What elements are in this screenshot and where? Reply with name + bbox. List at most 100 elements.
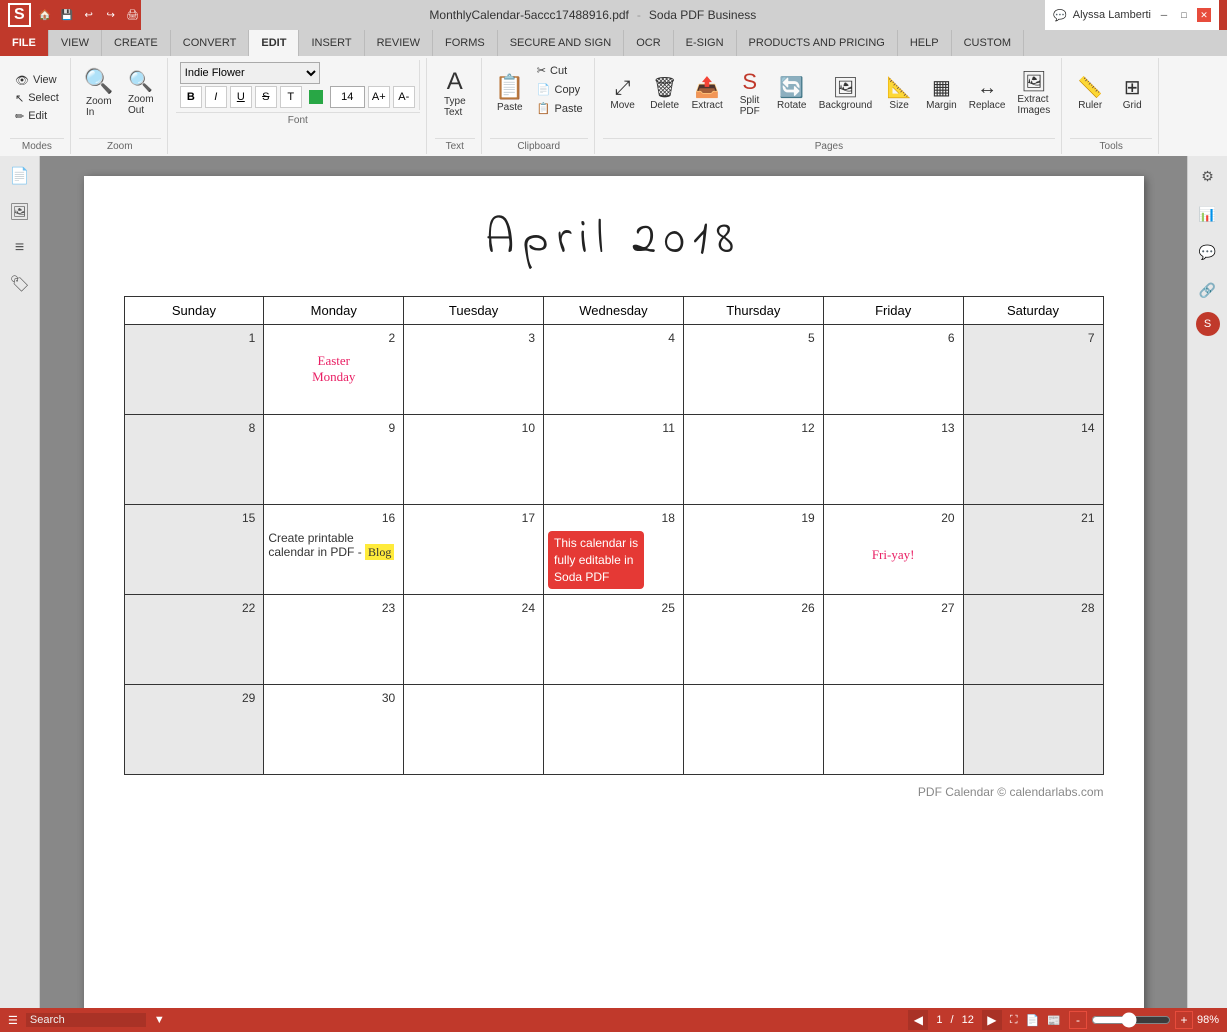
cell-w3-thu: 19 — [683, 505, 823, 595]
extract-btn[interactable]: 📤 Extract — [687, 60, 728, 128]
qa-redo[interactable]: ↪ — [103, 7, 119, 23]
margin-btn[interactable]: ▦ Margin — [921, 60, 962, 128]
modes-group: 👁 View ↖ Select ✏ Edit Modes — [4, 58, 71, 154]
ribbon: 👁 View ↖ Select ✏ Edit Modes 🔍 ZoomIn 🔍 … — [0, 56, 1227, 156]
italic-btn[interactable]: I — [205, 86, 227, 108]
extract-images-btn[interactable]: 🖼 ExtractImages — [1012, 60, 1055, 128]
table-row: 15 16 Create printable calendar in PDF -… — [124, 505, 1103, 595]
delete-btn[interactable]: 🗑 Delete — [645, 60, 685, 128]
type-text-btn[interactable]: A TypeText — [435, 60, 475, 128]
tab-secure[interactable]: SECURE AND SIGN — [498, 30, 624, 56]
ruler-btn[interactable]: 📏 Ruler — [1070, 60, 1110, 128]
tab-create[interactable]: CREATE — [102, 30, 171, 56]
paste-small-icon: 📋 — [537, 102, 551, 115]
cell-w5-wed — [544, 685, 684, 775]
size-btn[interactable]: 📐 Size — [879, 60, 919, 128]
tab-view[interactable]: VIEW — [49, 30, 102, 56]
comment-icon: 💬 — [1053, 9, 1067, 22]
select-mode-btn[interactable]: ↖ Select — [10, 90, 64, 107]
font-decrease-btn[interactable]: A- — [393, 86, 415, 108]
bold-btn[interactable]: B — [180, 86, 202, 108]
analytics-panel-btn[interactable]: 📊 — [1192, 198, 1224, 230]
cell-w1-wed: 4 — [544, 325, 684, 415]
move-btn[interactable]: ⤢ Move — [603, 60, 643, 128]
day-num: 9 — [268, 419, 399, 437]
cell-w1-sat: 7 — [963, 325, 1103, 415]
next-page-btn[interactable]: ▶ — [982, 1010, 1002, 1030]
cell-w3-mon: 16 Create printable calendar in PDF - Bl… — [264, 505, 404, 595]
tab-ocr[interactable]: OCR — [624, 30, 673, 56]
day-num: 14 — [968, 419, 1099, 437]
paste-small-btn[interactable]: 📋 Paste — [532, 100, 588, 117]
bookmarks-panel-btn[interactable]: ≡ — [4, 232, 36, 264]
table-row: 29 30 — [124, 685, 1103, 775]
tab-file[interactable]: FILE — [0, 30, 49, 56]
replace-btn[interactable]: ↔ Replace — [964, 60, 1011, 128]
grid-btn[interactable]: ⊞ Grid — [1112, 60, 1152, 128]
settings-panel-btn[interactable]: ⚙ — [1192, 160, 1224, 192]
prev-page-btn[interactable]: ◀ — [908, 1010, 928, 1030]
superscript-btn[interactable]: T — [280, 86, 302, 108]
rotate-btn[interactable]: 🔄 Rotate — [772, 60, 812, 128]
links-panel-btn[interactable]: 🔗 — [1192, 274, 1224, 306]
split-pdf-btn[interactable]: S SplitPDF — [730, 60, 770, 128]
view-mode-btn[interactable]: 👁 View — [10, 72, 62, 89]
tab-forms[interactable]: FORMS — [433, 30, 498, 56]
paste-big-btn[interactable]: 📋 Paste — [490, 60, 530, 128]
rotate-label: Rotate — [777, 100, 806, 111]
tab-custom[interactable]: CUSTOM — [952, 30, 1024, 56]
cell-w2-thu: 12 — [683, 415, 823, 505]
cut-btn[interactable]: ✂ Cut — [532, 62, 588, 79]
comments-panel-btn[interactable]: 💬 — [1192, 236, 1224, 268]
copy-btn[interactable]: 📄 Copy — [532, 81, 588, 98]
zoom-in-status-btn[interactable]: + — [1175, 1011, 1193, 1029]
qa-save[interactable]: 💾 — [59, 7, 75, 23]
search-input[interactable] — [26, 1013, 146, 1027]
cell-w5-sun: 29 — [124, 685, 264, 775]
calendar-title: April 2018 — [124, 206, 1104, 276]
day-header-monday: Monday — [264, 297, 404, 325]
font-select[interactable]: Indie Flower — [180, 62, 320, 84]
close-btn[interactable]: ✕ — [1197, 8, 1211, 22]
single-page-btn[interactable]: 📄 — [1026, 1014, 1040, 1027]
qa-print[interactable]: 🖨 — [125, 7, 141, 23]
tab-insert[interactable]: INSERT — [299, 30, 364, 56]
day-num: 30 — [268, 689, 399, 707]
background-label: Background — [819, 100, 872, 111]
zoom-in-btn[interactable]: 🔍 ZoomIn — [79, 60, 119, 128]
day-num: 11 — [548, 419, 679, 437]
zoom-out-btn[interactable]: 🔍 ZoomOut — [121, 60, 161, 128]
fit-page-btn[interactable]: ⛶ — [1010, 1014, 1018, 1027]
tab-products[interactable]: PRODUCTS AND PRICING — [737, 30, 898, 56]
cell-w1-tue: 3 — [404, 325, 544, 415]
background-btn[interactable]: 🖼 Background — [814, 60, 877, 128]
underline-btn[interactable]: U — [230, 86, 252, 108]
calendar-grid: Sunday Monday Tuesday Wednesday Thursday… — [124, 296, 1104, 775]
soda-circle-btn[interactable]: S — [1196, 312, 1220, 336]
tab-edit[interactable]: EDIT — [249, 30, 299, 56]
font-increase-btn[interactable]: A+ — [368, 86, 390, 108]
split-pdf-label: SplitPDF — [740, 95, 760, 117]
tab-esign[interactable]: E-SIGN — [674, 30, 737, 56]
cursor-icon: ↖ — [15, 92, 24, 105]
two-page-btn[interactable]: 📰 — [1047, 1014, 1061, 1027]
thumbnails-panel-btn[interactable]: 🖼 — [4, 196, 36, 228]
tab-review[interactable]: REVIEW — [365, 30, 433, 56]
pages-panel-btn[interactable]: 📄 — [4, 160, 36, 192]
font-size-input[interactable] — [330, 86, 365, 108]
friyay-text: Fri-yay! — [828, 547, 959, 563]
zoom-out-status-btn[interactable]: - — [1069, 1011, 1087, 1029]
page-sep: / — [951, 1014, 954, 1026]
minimize-btn[interactable]: ─ — [1157, 8, 1171, 22]
edit-mode-btn[interactable]: ✏ Edit — [10, 108, 52, 125]
strikethrough-btn[interactable]: S — [255, 86, 277, 108]
search-dropdown[interactable]: ▼ — [154, 1014, 165, 1026]
font-group: Indie Flower B I U S T A+ A- Font — [170, 58, 427, 154]
qa-home[interactable]: 🏠 — [37, 7, 53, 23]
tab-help[interactable]: HELP — [898, 30, 952, 56]
tab-convert[interactable]: CONVERT — [171, 30, 250, 56]
qa-undo[interactable]: ↩ — [81, 7, 97, 23]
zoom-slider[interactable] — [1091, 1012, 1171, 1028]
maximize-btn[interactable]: □ — [1177, 8, 1191, 22]
attachments-panel-btn[interactable]: 🏷 — [4, 268, 36, 300]
